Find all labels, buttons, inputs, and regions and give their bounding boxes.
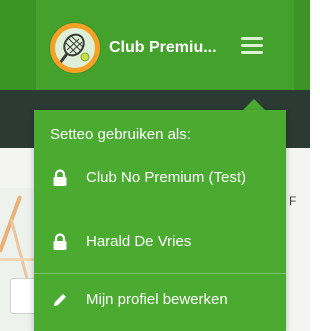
header-right-strip	[294, 0, 310, 90]
menu-item-label: Club No Premium (Test)	[86, 169, 247, 186]
menu-item-label: Mijn profiel bewerken	[86, 291, 228, 308]
menu-item-club-no-premium[interactable]: Club No Premium (Test)	[34, 168, 286, 188]
header-left-strip	[0, 0, 36, 90]
lock-icon	[53, 169, 67, 186]
hamburger-icon[interactable]	[241, 37, 263, 55]
lock-icon	[53, 233, 67, 250]
club-name: Club Premiu...	[109, 39, 217, 56]
menu-item-edit-profile[interactable]: Mijn profiel bewerken	[34, 290, 286, 310]
background-text: F	[289, 194, 297, 208]
tennis-racket-icon	[55, 28, 95, 68]
menu-title: Setteo gebruiken als:	[50, 126, 191, 143]
menu-item-harald-de-vries[interactable]: Harald De Vries	[34, 232, 286, 252]
menu-caret	[243, 99, 265, 110]
club-avatar	[50, 23, 100, 73]
menu-divider	[34, 273, 286, 274]
pencil-icon	[54, 294, 66, 306]
club-switcher-button[interactable]: Club Premiu...	[50, 20, 286, 76]
menu-item-label: Harald De Vries	[86, 233, 192, 250]
top-navigation-bar: Club Premiu...	[0, 0, 310, 90]
account-switch-menu: Setteo gebruiken als: Club No Premium (T…	[34, 110, 286, 331]
